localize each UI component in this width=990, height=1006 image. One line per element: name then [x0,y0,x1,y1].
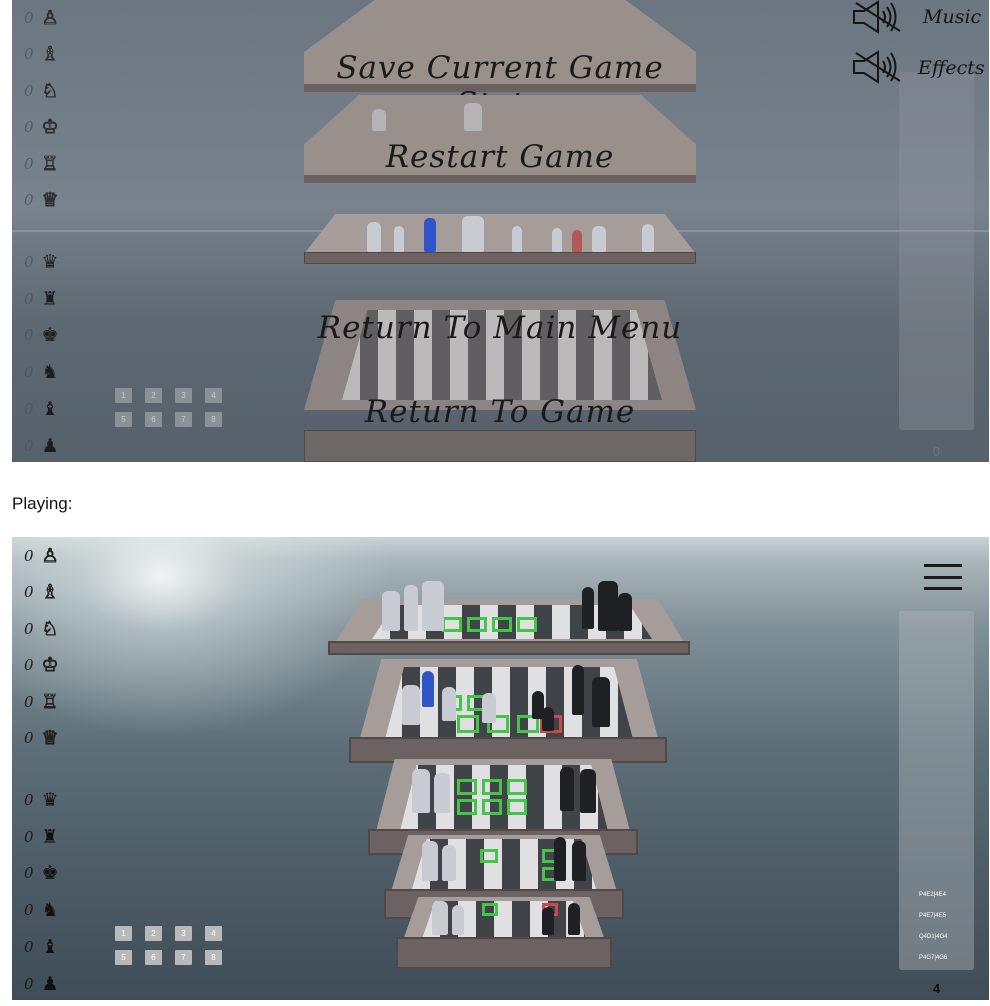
layer-button-1[interactable]: 1 [115,388,132,403]
move-entry: P4G7|4G6 [919,955,948,961]
captured-black-king: 0 ♚ [24,324,59,346]
save-game-button[interactable]: Save Current Game State [304,0,696,122]
black-knight-icon: ♞ [41,361,59,383]
captured-white-bishop: 0 ♗ [24,581,59,604]
black-queen-icon: ♛ [41,251,59,273]
music-label[interactable]: Music [923,6,981,28]
captured-black-queen: 0 ♛ [24,251,59,273]
layer-button-7[interactable]: 7 [175,412,192,427]
captured-black-rook: 0 ♜ [24,288,59,310]
white-knight-icon: ♘ [41,618,59,641]
layer-button-2[interactable]: 2 [145,388,162,403]
white-pawn-icon: ♙ [41,7,59,30]
layer-button-6[interactable]: 6 [145,412,162,427]
black-rook-icon: ♜ [41,288,59,310]
black-king-icon: ♚ [41,324,59,346]
captured-black-knight: 0 ♞ [24,899,59,921]
captured-white-knight: 0 ♘ [24,80,59,103]
selected-piece [422,671,434,707]
captured-white-king: 0 ♔ [24,654,59,677]
captured-black-king: 0 ♚ [24,862,59,884]
return-to-game-label: Return To Game [364,394,636,430]
white-queen-icon: ♕ [41,727,59,750]
move-entry: P4E7|4E5 [919,913,946,919]
captured-white-queen: 0 ♕ [24,727,59,750]
layer-button-5[interactable]: 5 [115,412,132,427]
layer-selector: 1 2 3 4 5 6 7 8 [115,388,222,427]
black-bishop-icon: ♝ [41,398,59,420]
captured-white-bishop: 0 ♗ [24,43,59,66]
move-count: 4 [932,981,941,996]
layer-button-8[interactable]: 8 [205,412,222,427]
move-entry: Q4D1|4G4 [919,934,948,940]
section-caption: Playing: [12,494,73,513]
captured-white-rook: 0 ♖ [24,691,59,714]
move-count: 0 [932,444,941,459]
move-entry: P4E2|4E4 [919,892,946,898]
black-pawn-icon: ♟ [41,435,59,457]
captured-black-pawn: 0 ♟ [24,435,59,457]
white-knight-icon: ♘ [41,80,59,103]
layer-button-3[interactable]: 3 [175,388,192,403]
white-king-icon: ♔ [41,116,59,139]
layer-button-7[interactable]: 7 [175,950,192,965]
black-king-icon: ♚ [41,862,59,884]
black-knight-icon: ♞ [41,899,59,921]
layer-button-4[interactable]: 4 [205,926,222,941]
black-bishop-icon: ♝ [41,936,59,958]
white-bishop-icon: ♗ [41,43,59,66]
layer-button-3[interactable]: 3 [175,926,192,941]
playing-game-view: 0 ♙ 0 ♗ 0 ♘ 0 ♔ 0 ♖ 0 ♕ 0 ♛ 0 ♜ 0 ♚ 0 ♞ 0 ♝ 0 ♟ 1 2 … [12,537,989,1000]
captured-white-queen: 0 ♕ [24,189,59,212]
layer-button-2[interactable]: 2 [145,926,162,941]
paused-game-view: Save Current Game State Restart Game Ret… [12,0,989,462]
effects-label[interactable]: Effects [918,57,985,79]
layer-button-1[interactable]: 1 [115,926,132,941]
white-queen-icon: ♕ [41,189,59,212]
layer-button-4[interactable]: 4 [205,388,222,403]
layer-button-6[interactable]: 6 [145,950,162,965]
restart-game-label: Restart Game [385,139,615,175]
captured-black-bishop: 0 ♝ [24,398,59,420]
captured-black-pawn: 0 ♟ [24,973,59,995]
captured-white-rook: 0 ♖ [24,153,59,176]
layer-button-5[interactable]: 5 [115,950,132,965]
captured-black-rook: 0 ♜ [24,826,59,848]
captured-white-pawn: 0 ♙ [24,7,59,30]
captured-white-pawn: 0 ♙ [24,545,59,568]
layer-button-8[interactable]: 8 [205,950,222,965]
selected-piece [424,218,436,252]
black-rook-icon: ♜ [41,826,59,848]
white-pawn-icon: ♙ [41,545,59,568]
move-history-panel[interactable]: P4E2|4E4 P4E7|4E5 Q4D1|4G4 P4G7|4G6 [899,611,974,970]
captured-white-knight: 0 ♘ [24,618,59,641]
white-rook-icon: ♖ [41,153,59,176]
captured-black-bishop: 0 ♝ [24,936,59,958]
restart-game-button[interactable]: Restart Game [304,95,696,183]
captured-black-knight: 0 ♞ [24,361,59,383]
main-menu-label: Return To Main Menu [317,310,683,346]
white-bishop-icon: ♗ [41,581,59,604]
return-to-game-button[interactable]: Return To Game [304,390,696,434]
speaker-muted-icon[interactable] [852,50,904,84]
move-history-panel[interactable] [899,72,974,430]
layer-selector: 1 2 3 4 5 6 7 8 [115,926,222,965]
main-menu-button[interactable]: Return To Main Menu [304,306,696,350]
captured-black-queen: 0 ♛ [24,789,59,811]
black-queen-icon: ♛ [41,789,59,811]
white-rook-icon: ♖ [41,691,59,714]
captured-white-king: 0 ♔ [24,116,59,139]
threatened-piece [572,230,582,252]
speaker-muted-icon[interactable] [852,0,904,34]
black-pawn-icon: ♟ [41,973,59,995]
white-king-icon: ♔ [41,654,59,677]
hamburger-icon[interactable] [924,564,962,590]
